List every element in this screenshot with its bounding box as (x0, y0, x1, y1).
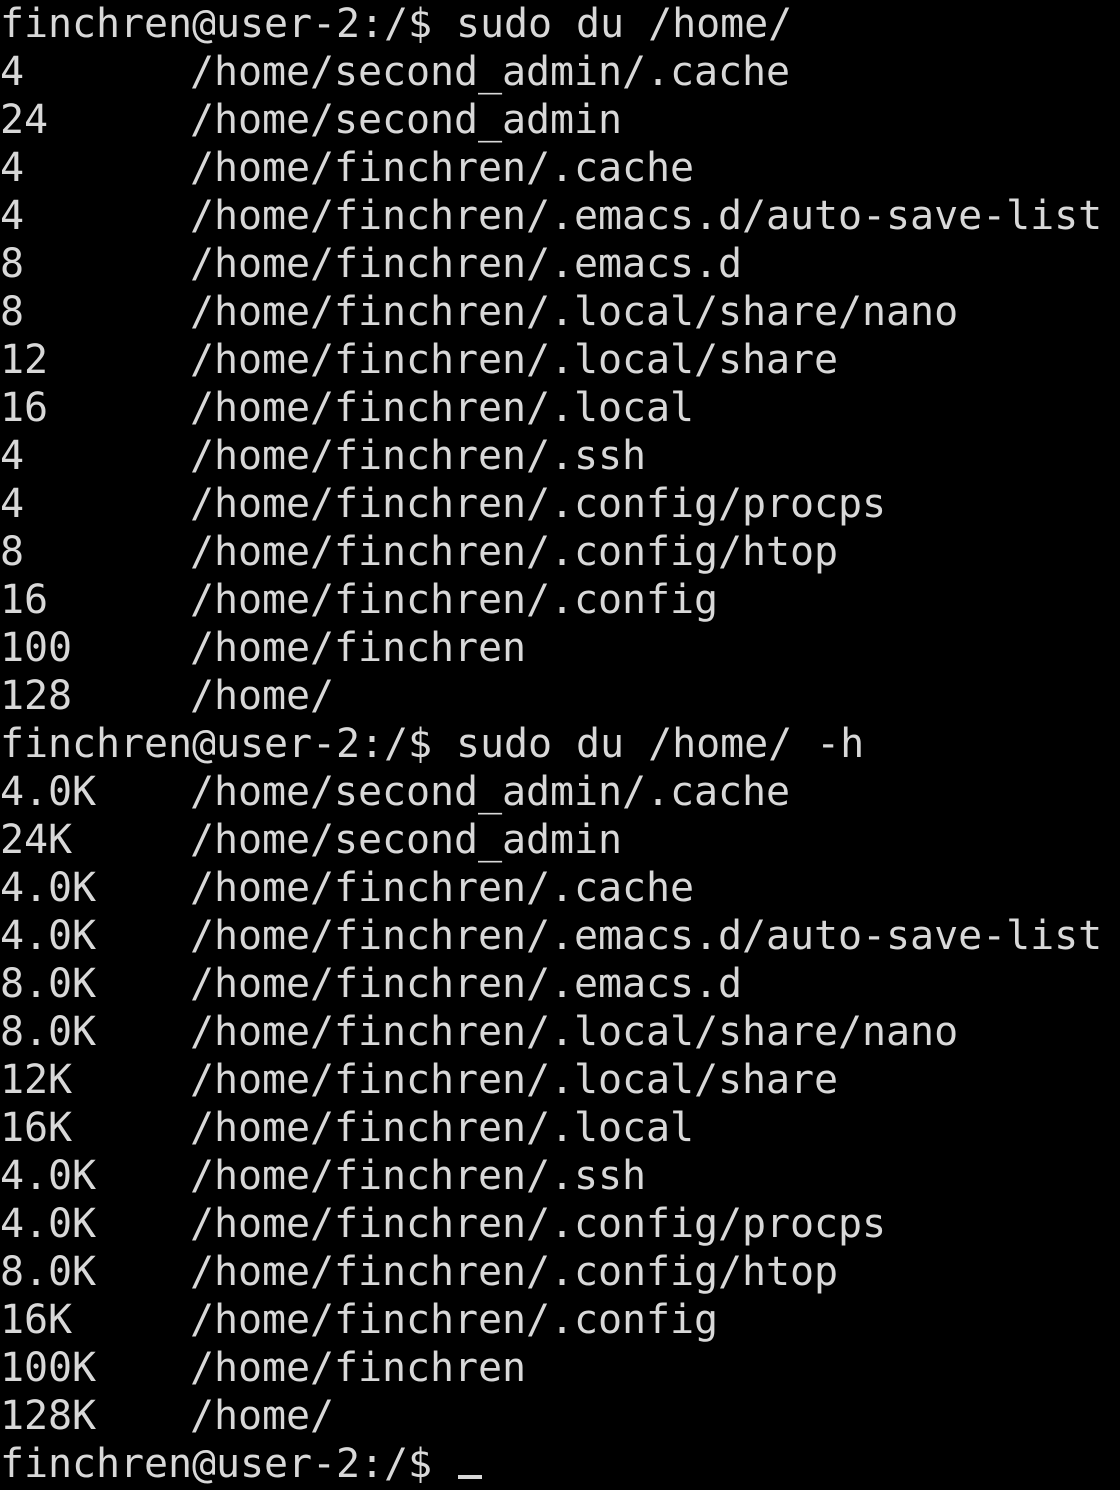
du-output-row: 4/home/finchren/.config/procps (0, 480, 1120, 528)
directory-path: /home/second_admin/.cache (190, 49, 791, 95)
prompt: finchren@user-2:/$ (0, 1441, 457, 1487)
du-output-row: 4.0K/home/finchren/.emacs.d/auto-save-li… (0, 912, 1120, 960)
directory-path: /home/finchren/.config (190, 1297, 719, 1343)
directory-path: /home/finchren/.emacs.d/auto-save-list (190, 913, 1103, 959)
directory-path: /home/finchren/.ssh (190, 1153, 647, 1199)
directory-path: /home/ (190, 673, 335, 719)
du-output-row: 4/home/finchren/.emacs.d/auto-save-list (0, 192, 1120, 240)
du-output-row: 8.0K/home/finchren/.config/htop (0, 1248, 1120, 1296)
du-output-row: 24K/home/second_admin (0, 816, 1120, 864)
disk-usage-size: 8.0K (0, 1249, 97, 1295)
directory-path: /home/finchren/.ssh (190, 433, 647, 479)
du-output-row: 4.0K/home/finchren/.cache (0, 864, 1120, 912)
du-output-row: 16/home/finchren/.config (0, 576, 1120, 624)
directory-path: /home/finchren/.emacs.d (190, 241, 743, 287)
active-prompt-line[interactable]: finchren@user-2:/$ (0, 1440, 1120, 1488)
disk-usage-size: 4 (0, 193, 25, 239)
terminal-window[interactable]: finchren@user-2:/$ sudo du /home/ 4/home… (0, 0, 1120, 1490)
du-output-row: 128K/home/ (0, 1392, 1120, 1440)
command-text: sudo du /home/ (456, 1, 793, 47)
disk-usage-size: 128 (0, 673, 73, 719)
text-cursor (458, 1475, 483, 1479)
du-output-row: 4/home/finchren/.cache (0, 144, 1120, 192)
du-output-row: 8.0K/home/finchren/.local/share/nano (0, 1008, 1120, 1056)
disk-usage-size: 4.0K (0, 1153, 97, 1199)
disk-usage-size: 4 (0, 433, 25, 479)
directory-path: /home/finchren/.local/share/nano (190, 1009, 959, 1055)
directory-path: /home/finchren/.emacs.d/auto-save-list (190, 193, 1103, 239)
directory-path: /home/second_admin (190, 817, 623, 863)
du-output-row: 8/home/finchren/.config/htop (0, 528, 1120, 576)
disk-usage-size: 4.0K (0, 865, 97, 911)
du-output-row: 12/home/finchren/.local/share (0, 336, 1120, 384)
disk-usage-size: 4.0K (0, 769, 97, 815)
directory-path: /home/finchren/.config/procps (190, 1201, 887, 1247)
disk-usage-size: 12K (0, 1057, 73, 1103)
directory-path: /home/finchren/.local/share (190, 1057, 839, 1103)
disk-usage-size: 4.0K (0, 913, 97, 959)
du-output-row: 128/home/ (0, 672, 1120, 720)
disk-usage-size: 4 (0, 49, 25, 95)
disk-usage-size: 100 (0, 625, 73, 671)
directory-path: /home/finchren/.local (190, 385, 695, 431)
du-output-row: 100K/home/finchren (0, 1344, 1120, 1392)
du-output-row: 4/home/finchren/.ssh (0, 432, 1120, 480)
disk-usage-size: 8 (0, 529, 25, 575)
disk-usage-size: 24 (0, 97, 49, 143)
disk-usage-size: 8.0K (0, 961, 97, 1007)
directory-path: /home/finchren/.cache (190, 865, 695, 911)
du-output-row: 4.0K/home/second_admin/.cache (0, 768, 1120, 816)
disk-usage-size: 8 (0, 241, 25, 287)
du-output-row: 8/home/finchren/.local/share/nano (0, 288, 1120, 336)
directory-path: /home/finchren (190, 625, 527, 671)
directory-path: /home/ (190, 1393, 335, 1439)
du-output-row: 100/home/finchren (0, 624, 1120, 672)
disk-usage-size: 16 (0, 577, 49, 623)
disk-usage-size: 16K (0, 1105, 73, 1151)
du-output-row: 16K/home/finchren/.config (0, 1296, 1120, 1344)
disk-usage-size: 4 (0, 481, 25, 527)
disk-usage-size: 24K (0, 817, 73, 863)
directory-path: /home/second_admin (190, 97, 623, 143)
directory-path: /home/finchren (190, 1345, 527, 1391)
du-output-row: 16/home/finchren/.local (0, 384, 1120, 432)
du-output-row: 8.0K/home/finchren/.emacs.d (0, 960, 1120, 1008)
disk-usage-size: 8.0K (0, 1009, 97, 1055)
command-text: sudo du /home/ -h (456, 721, 865, 767)
du-output-row: 24/home/second_admin (0, 96, 1120, 144)
prompt: finchren@user-2:/$ (0, 721, 457, 767)
disk-usage-size: 16 (0, 385, 49, 431)
directory-path: /home/second_admin/.cache (190, 769, 791, 815)
disk-usage-size: 4.0K (0, 1201, 97, 1247)
command-line-du: finchren@user-2:/$ sudo du /home/ (0, 0, 1120, 48)
command-line-du-human: finchren@user-2:/$ sudo du /home/ -h (0, 720, 1120, 768)
du-output-plain: 4/home/second_admin/.cache 24/home/second… (0, 48, 1120, 720)
disk-usage-size: 100K (0, 1345, 97, 1391)
disk-usage-size: 8 (0, 289, 25, 335)
du-output-human: 4.0K/home/second_admin/.cache 24K/home/se… (0, 768, 1120, 1440)
du-output-row: 4/home/second_admin/.cache (0, 48, 1120, 96)
prompt: finchren@user-2:/$ (0, 1, 457, 47)
directory-path: /home/finchren/.config/htop (190, 1249, 839, 1295)
du-output-row: 16K/home/finchren/.local (0, 1104, 1120, 1152)
directory-path: /home/finchren/.local (190, 1105, 695, 1151)
du-output-row: 8/home/finchren/.emacs.d (0, 240, 1120, 288)
directory-path: /home/finchren/.config/htop (190, 529, 839, 575)
directory-path: /home/finchren/.cache (190, 145, 695, 191)
disk-usage-size: 128K (0, 1393, 97, 1439)
disk-usage-size: 4 (0, 145, 25, 191)
du-output-row: 12K/home/finchren/.local/share (0, 1056, 1120, 1104)
directory-path: /home/finchren/.config (190, 577, 719, 623)
du-output-row: 4.0K/home/finchren/.ssh (0, 1152, 1120, 1200)
disk-usage-size: 16K (0, 1297, 73, 1343)
directory-path: /home/finchren/.emacs.d (190, 961, 743, 1007)
directory-path: /home/finchren/.local/share (190, 337, 839, 383)
directory-path: /home/finchren/.config/procps (190, 481, 887, 527)
du-output-row: 4.0K/home/finchren/.config/procps (0, 1200, 1120, 1248)
disk-usage-size: 12 (0, 337, 49, 383)
directory-path: /home/finchren/.local/share/nano (190, 289, 959, 335)
